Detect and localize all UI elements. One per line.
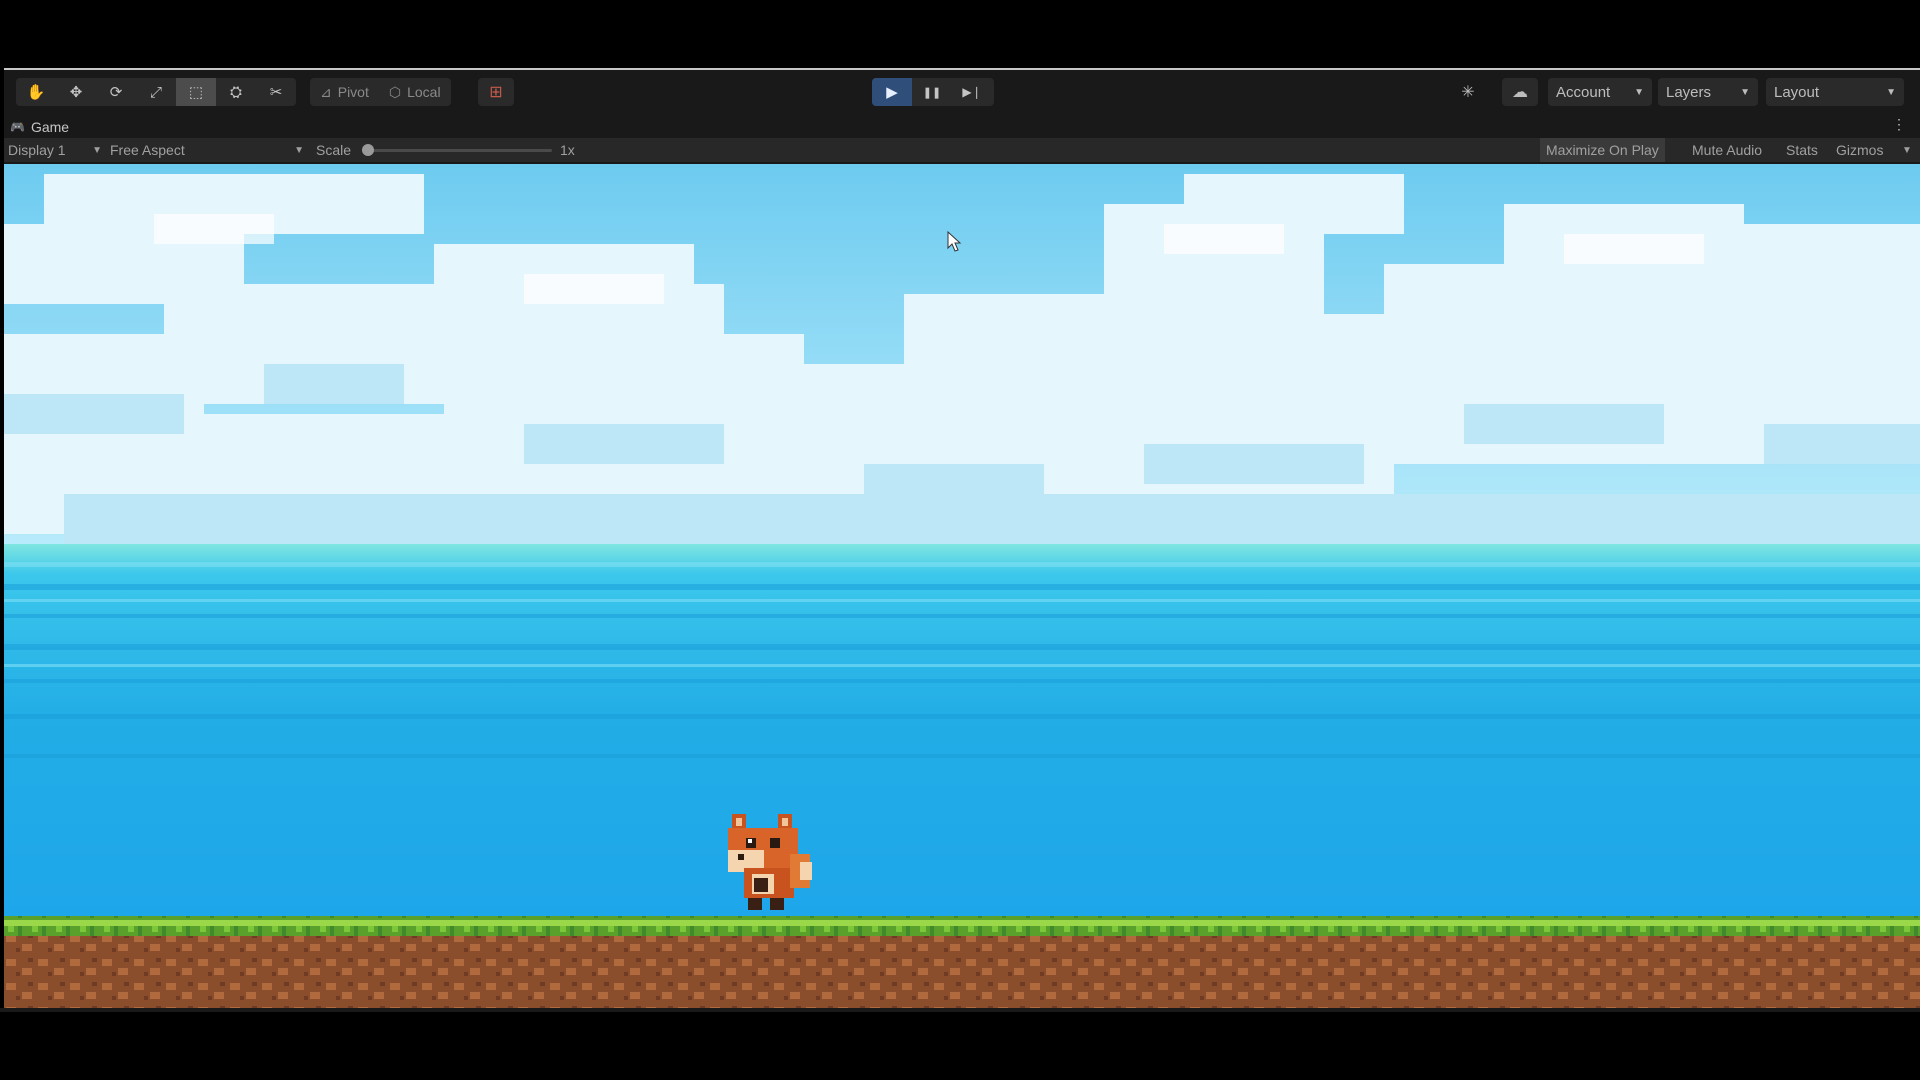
scale-tool-icon[interactable]: ⤢ <box>136 78 176 106</box>
rotate-tool-icon[interactable]: ⟳ <box>96 78 136 106</box>
account-dropdown[interactable]: Account ▼ <box>1548 78 1652 106</box>
game-view-toolbar: Display 1 ▼ Free Aspect ▼ Scale 1x Maxim… <box>4 138 1920 162</box>
transform-tool-icon[interactable]: ⛭ <box>216 78 256 106</box>
rect-tool-icon[interactable]: ⬚ <box>176 78 216 106</box>
chevron-down-icon: ▼ <box>1634 86 1644 98</box>
dirt-ground <box>4 936 1920 1012</box>
more-options-icon[interactable]: ⋮ <box>1892 116 1906 133</box>
maximize-label: Maximize On Play <box>1546 142 1659 158</box>
pivot-toggle[interactable]: ⊿ Pivot <box>310 78 379 106</box>
layers-label: Layers <box>1666 83 1712 101</box>
aspect-label: Free Aspect <box>110 142 185 158</box>
gizmos-label: Gizmos <box>1836 142 1884 158</box>
pivot-label: Pivot <box>337 84 369 100</box>
stats-label: Stats <box>1786 142 1818 158</box>
aspect-dropdown[interactable]: Free Aspect ▼ <box>110 138 304 162</box>
layout-dropdown[interactable]: Layout ▼ <box>1766 78 1904 106</box>
scale-slider-thumb[interactable] <box>362 144 374 156</box>
transform-tools: ✋ ✥ ⟳ ⤢ ⬚ ⛭ ✂ <box>16 78 296 106</box>
game-scene <box>4 164 1920 1012</box>
chevron-down-icon: ▼ <box>1740 86 1750 98</box>
cloud-icon[interactable]: ☁ <box>1502 78 1538 106</box>
maximize-on-play-toggle[interactable]: Maximize On Play <box>1540 138 1665 162</box>
local-toggle[interactable]: ⬡ Local <box>379 78 451 106</box>
layout-label: Layout <box>1774 83 1820 101</box>
gizmos-toggle[interactable]: Gizmos <box>1830 138 1889 162</box>
scale-slider-track[interactable] <box>362 149 552 152</box>
playmode-controls: ▶ ❚❚ ▶❘ <box>872 78 994 106</box>
chevron-down-icon: ▼ <box>92 144 102 156</box>
scale-label: Scale <box>316 142 352 158</box>
display-dropdown[interactable]: Display 1 ▼ <box>8 138 102 162</box>
pause-button[interactable]: ❚❚ <box>912 78 952 106</box>
custom-tool-icon[interactable]: ✂ <box>256 78 296 106</box>
stats-toggle[interactable]: Stats <box>1780 138 1824 162</box>
move-tool-icon[interactable]: ✥ <box>56 78 96 106</box>
game-viewport[interactable] <box>4 164 1920 1012</box>
local-label: Local <box>407 84 441 100</box>
grass-strip <box>4 916 1920 936</box>
tab-game[interactable]: 🎮 Game <box>10 116 69 138</box>
unity-editor-window: ✋ ✥ ⟳ ⤢ ⬚ ⛭ ✂ ⊿ Pivot ⬡ Local ⊞ ▶ ❚❚ ▶❘ … <box>4 68 1920 1012</box>
editor-status-bar <box>0 1008 1920 1012</box>
pivot-local-group: ⊿ Pivot ⬡ Local <box>310 78 451 106</box>
hand-tool-icon[interactable]: ✋ <box>16 78 56 106</box>
window-tab-bar: 🎮 Game ⋮ <box>4 114 1920 138</box>
grid-snap-icon[interactable]: ⊞ <box>478 78 514 106</box>
scale-value: 1x <box>560 142 575 158</box>
pivot-icon: ⊿ <box>320 83 332 100</box>
display-label: Display 1 <box>8 142 66 158</box>
gamepad-icon: 🎮 <box>10 120 25 134</box>
main-toolbar: ✋ ✥ ⟳ ⤢ ⬚ ⛭ ✂ ⊿ Pivot ⬡ Local ⊞ ▶ ❚❚ ▶❘ … <box>4 70 1920 114</box>
mute-audio-toggle[interactable]: Mute Audio <box>1686 138 1768 162</box>
services-icon[interactable]: ✳ <box>1450 78 1486 106</box>
mute-label: Mute Audio <box>1692 142 1763 158</box>
tab-game-label: Game <box>30 119 70 135</box>
chevron-down-icon: ▼ <box>294 144 304 156</box>
chevron-down-icon[interactable]: ▼ <box>1902 138 1912 162</box>
local-icon: ⬡ <box>388 83 402 100</box>
account-label: Account <box>1556 83 1611 101</box>
step-button[interactable]: ▶❘ <box>952 78 992 106</box>
play-button[interactable]: ▶ <box>872 78 912 106</box>
layers-dropdown[interactable]: Layers ▼ <box>1658 78 1758 106</box>
chevron-down-icon: ▼ <box>1886 86 1896 98</box>
